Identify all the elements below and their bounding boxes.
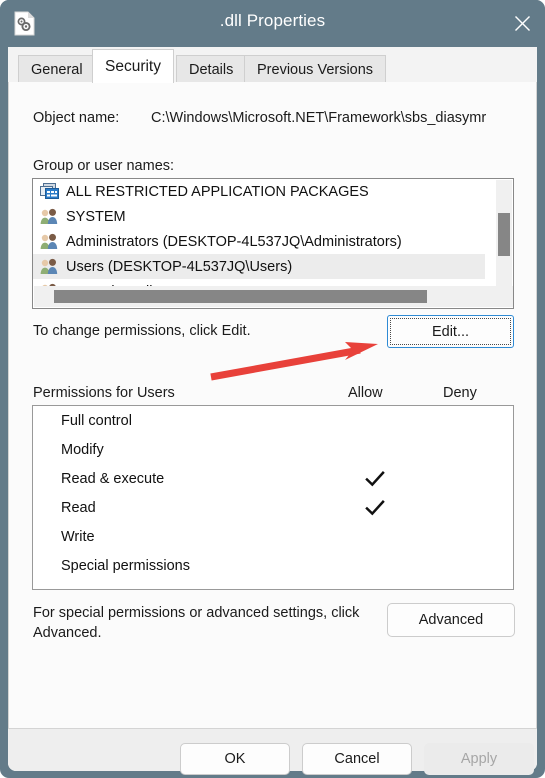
list-item-selected[interactable]: Users (DESKTOP-4L537JQ\Users)	[33, 254, 485, 279]
permission-name: Read	[61, 499, 96, 516]
group-icon	[40, 208, 59, 225]
security-tab-panel: Object name: C:\Windows\Microsoft.NET\Fr…	[8, 82, 537, 729]
permission-allow-check-icon[interactable]	[355, 499, 395, 517]
table-row[interactable]: Full control	[33, 406, 513, 435]
edit-button[interactable]: Edit...	[387, 315, 514, 348]
table-row[interactable]: Write	[33, 522, 513, 551]
table-row[interactable]: Read & execute	[33, 464, 513, 493]
horizontal-scrollbar[interactable]	[34, 286, 513, 307]
list-item-label: SYSTEM	[66, 208, 126, 225]
list-item[interactable]: ALL RESTRICTED APPLICATION PACKAGES	[33, 179, 485, 204]
horizontal-scrollbar-thumb[interactable]	[54, 290, 427, 303]
table-row[interactable]: Special permissions	[33, 551, 513, 580]
dialog-footer: OK Cancel Apply	[8, 729, 537, 775]
list-item[interactable]: Administrators (DESKTOP-4L537JQ\Administ…	[33, 229, 485, 254]
title-bar: .dll Properties	[0, 0, 545, 47]
permission-name: Read & execute	[61, 470, 165, 487]
deny-column-header: Deny	[443, 385, 477, 401]
app-packages-icon	[40, 183, 59, 200]
table-row[interactable]: Modify	[33, 435, 513, 464]
cancel-button-label: Cancel	[334, 751, 380, 767]
dialog-client-area: General Security Details Previous Versio…	[8, 47, 537, 775]
permission-name: Write	[61, 528, 95, 545]
edit-hint-text: To change permissions, click Edit.	[33, 323, 251, 339]
apply-button-label: Apply	[460, 751, 498, 767]
tab-general[interactable]: General	[18, 55, 96, 83]
ok-button-label: OK	[224, 751, 246, 767]
group-list-viewport: ALL RESTRICTED APPLICATION PACKAGES SYST…	[33, 179, 485, 287]
permission-name: Special permissions	[61, 557, 190, 574]
permission-name: Full control	[61, 412, 132, 429]
allow-column-header: Allow	[348, 385, 383, 401]
list-item-label: Users (DESKTOP-4L537JQ\Users)	[66, 258, 293, 275]
permissions-title: Permissions for Users	[33, 385, 175, 401]
tab-strip: General Security Details Previous Versio…	[8, 47, 537, 83]
permissions-list[interactable]: Full control Modify Read & execute Read …	[32, 405, 514, 590]
object-name-label: Object name:	[33, 110, 120, 126]
list-item-label: ALL RESTRICTED APPLICATION PACKAGES	[66, 183, 369, 200]
vertical-scrollbar[interactable]	[496, 180, 512, 287]
tab-previous-versions[interactable]: Previous Versions	[244, 55, 387, 83]
permission-allow-check-icon[interactable]	[355, 470, 395, 488]
vertical-scrollbar-thumb[interactable]	[498, 213, 510, 256]
ok-button[interactable]: OK	[180, 743, 290, 775]
close-icon[interactable]	[499, 0, 545, 47]
edit-button-label: Edit...	[431, 323, 470, 340]
window-title: .dll Properties	[219, 11, 326, 30]
permission-name: Modify	[61, 441, 104, 458]
tab-security[interactable]: Security	[92, 49, 174, 83]
list-item-label: Administrators (DESKTOP-4L537JQ\Administ…	[66, 233, 402, 250]
list-item[interactable]: SYSTEM	[33, 204, 485, 229]
group-or-user-names-label: Group or user names:	[33, 158, 175, 174]
advanced-hint-text: For special permissions or advanced sett…	[33, 605, 360, 641]
cancel-button[interactable]: Cancel	[302, 743, 412, 775]
advanced-button-label: Advanced	[418, 612, 484, 628]
tab-details[interactable]: Details	[176, 55, 247, 83]
group-or-user-names-list[interactable]: ALL RESTRICTED APPLICATION PACKAGES SYST…	[32, 178, 514, 309]
apply-button: Apply	[424, 743, 534, 775]
table-row[interactable]: Read	[33, 493, 513, 522]
properties-dialog-window: .dll Properties General Security Details…	[0, 0, 545, 778]
object-name-value: C:\Windows\Microsoft.NET\Framework\sbs_d…	[151, 110, 487, 126]
advanced-button[interactable]: Advanced	[387, 603, 515, 637]
group-icon	[40, 233, 59, 250]
group-icon	[40, 258, 59, 275]
